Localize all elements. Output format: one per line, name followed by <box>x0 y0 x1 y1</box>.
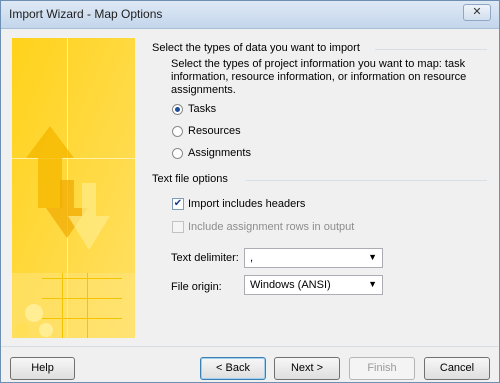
section-divider <box>375 49 487 50</box>
import-headers-checkbox[interactable]: ✔ <box>172 198 184 210</box>
checkmark-icon: ✔ <box>173 198 183 209</box>
tasks-radio[interactable] <box>172 104 183 115</box>
data-types-description-line3: assignments. <box>171 84 236 96</box>
text-file-options-heading: Text file options <box>152 173 228 185</box>
text-delimiter-dropdown[interactable]: , ▼ <box>244 248 383 268</box>
window-title: Import Wizard - Map Options <box>9 7 163 21</box>
text-delimiter-value: , <box>250 252 254 264</box>
next-button[interactable]: Next > <box>274 357 340 380</box>
import-headers-label[interactable]: Import includes headers <box>188 198 305 210</box>
file-origin-value: Windows (ANSI) <box>250 279 331 291</box>
finish-button[interactable]: Finish <box>349 357 415 380</box>
chevron-down-icon[interactable]: ▼ <box>368 252 377 262</box>
resources-radio[interactable] <box>172 126 183 137</box>
include-assignment-rows-label: Include assignment rows in output <box>188 221 355 233</box>
text-delimiter-label: Text delimiter: <box>171 252 239 264</box>
close-icon: ✕ <box>472 6 482 18</box>
wizard-arrows-illustration <box>12 38 135 338</box>
wizard-side-graphic <box>12 38 135 338</box>
cancel-button[interactable]: Cancel <box>424 357 490 380</box>
include-assignment-rows-checkbox[interactable] <box>172 221 184 233</box>
file-origin-label: File origin: <box>171 281 222 293</box>
assignments-radio[interactable] <box>172 148 183 159</box>
back-button[interactable]: < Back <box>200 357 266 380</box>
close-button[interactable]: ✕ <box>463 4 491 21</box>
assignments-radio-label[interactable]: Assignments <box>188 147 251 159</box>
footer-divider <box>1 346 499 347</box>
help-button[interactable]: Help <box>10 357 75 380</box>
section-divider <box>246 180 487 181</box>
tasks-radio-label[interactable]: Tasks <box>188 103 216 115</box>
data-types-description-line1: Select the types of project information … <box>171 58 466 70</box>
chevron-down-icon[interactable]: ▼ <box>368 279 377 289</box>
data-types-heading: Select the types of data you want to imp… <box>152 42 360 54</box>
data-types-description-line2: information, resource information, or in… <box>171 71 467 83</box>
file-origin-dropdown[interactable]: Windows (ANSI) ▼ <box>244 275 383 295</box>
title-bar: Import Wizard - Map Options ✕ <box>1 1 499 29</box>
resources-radio-label[interactable]: Resources <box>188 125 241 137</box>
import-wizard-window: Import Wizard - Map Options ✕ Select the… <box>0 0 500 383</box>
